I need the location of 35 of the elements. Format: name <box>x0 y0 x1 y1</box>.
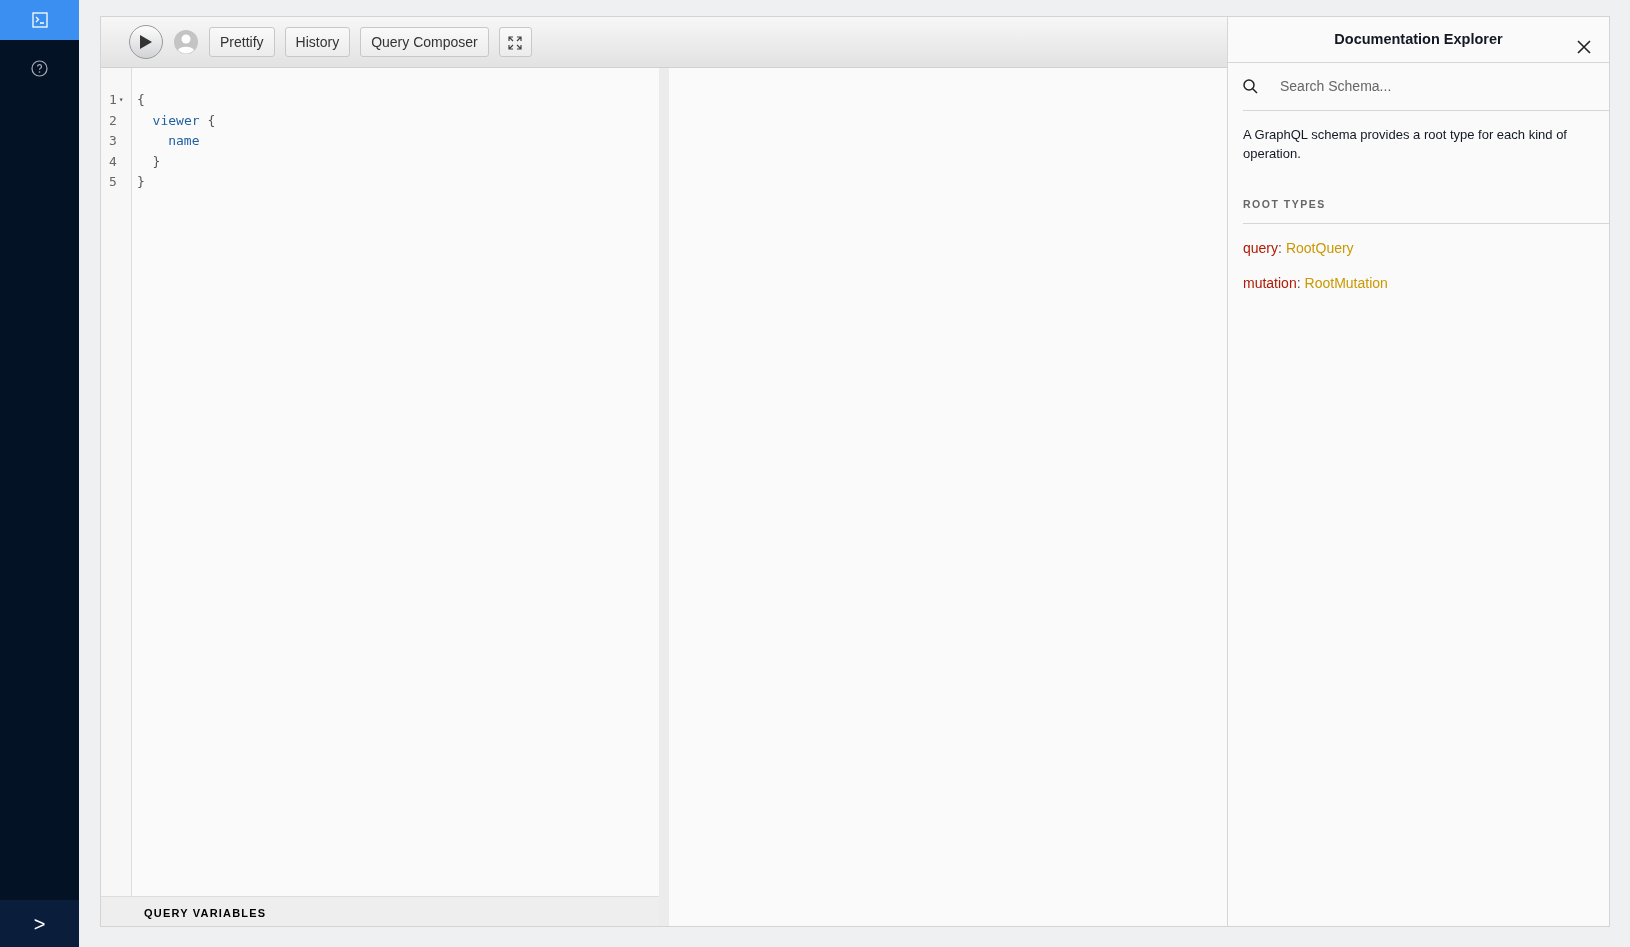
description-text: A GraphQL schema provides a root type for each kind of operation. <box>1242 126 1568 163</box>
colon-text: : <box>1296 274 1301 291</box>
line-number: 3 <box>109 132 117 150</box>
query-variables-title[interactable]: QUERY VARIABLES <box>101 896 659 926</box>
code-brace: } <box>152 152 161 171</box>
code-brace: { <box>207 111 216 130</box>
run-button[interactable] <box>129 25 163 59</box>
line-number: 2 <box>109 111 117 130</box>
code-brace: { <box>137 91 145 109</box>
fullscreen-icon <box>508 35 523 50</box>
line-number: 1 <box>109 91 117 109</box>
sidebar-item[interactable] <box>0 0 79 40</box>
line-number: 4 <box>109 152 117 171</box>
toolbar-button[interactable]: Prettify <box>209 27 275 57</box>
close-icon <box>1577 39 1591 54</box>
search-icon <box>1243 79 1258 94</box>
code-brace: } <box>137 173 145 191</box>
code-field: viewer <box>152 110 200 131</box>
colon-text: : <box>1278 239 1282 256</box>
help-icon <box>31 59 48 77</box>
search-field[interactable]: Search Schema... <box>1278 75 1578 98</box>
section-heading: ROOT TYPES <box>1243 197 1609 224</box>
fullscreen-button[interactable] <box>498 27 532 57</box>
terminal-icon <box>31 12 48 28</box>
avatar-icon[interactable] <box>173 29 199 55</box>
toolbar-button[interactable]: History <box>284 27 351 57</box>
panel-title: Documentation Explorer <box>1334 29 1503 49</box>
resize-handle[interactable] <box>659 68 669 926</box>
field-name: mutation <box>1243 274 1297 291</box>
code-field: name <box>168 131 200 152</box>
expand-button[interactable]: > <box>0 900 79 947</box>
toolbar-button[interactable]: Query Composer <box>360 27 489 57</box>
line-number: 5 <box>109 173 117 191</box>
fold-marker[interactable]: ▾ <box>118 90 124 111</box>
play-icon <box>139 34 153 50</box>
